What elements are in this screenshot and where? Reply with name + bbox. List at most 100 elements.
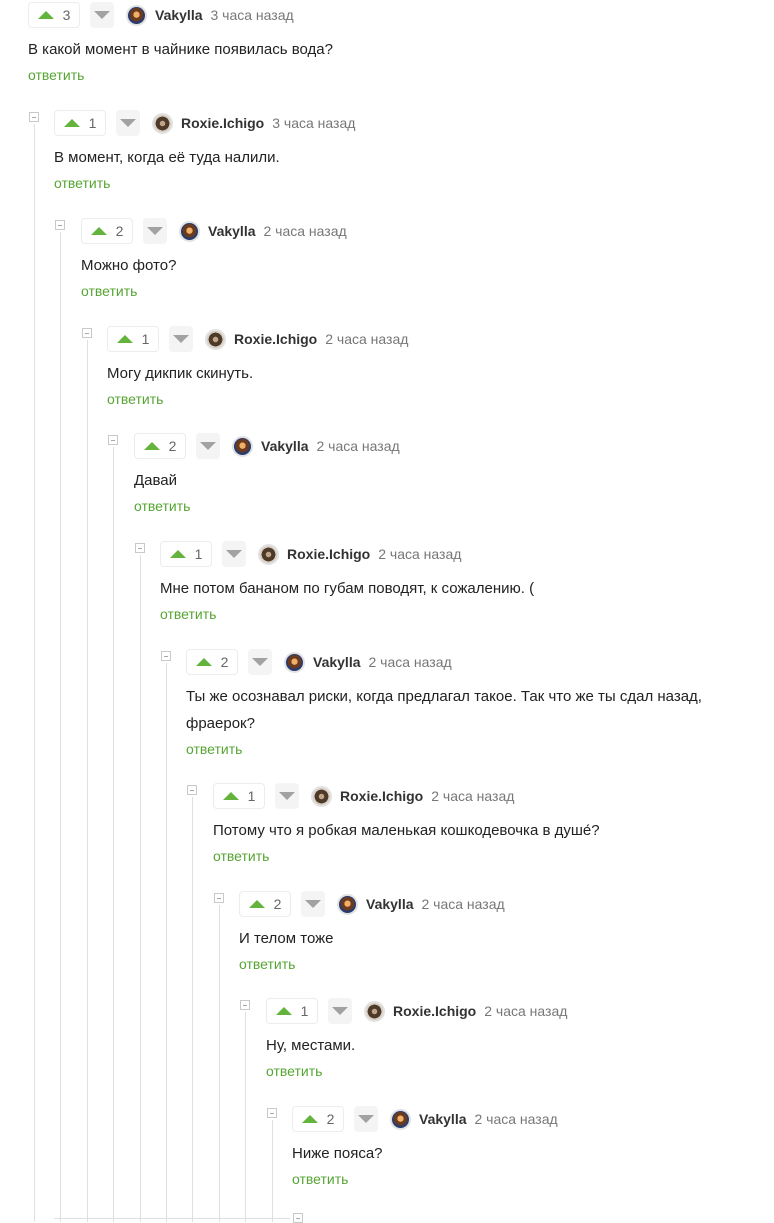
upvote-button[interactable]: 1 [160,541,212,567]
avatar[interactable] [232,435,253,457]
collapse-toggle-icon[interactable] [135,543,145,553]
collapse-toggle-icon[interactable] [82,328,92,338]
comment-time: 2 часа назад [368,654,452,670]
avatar[interactable] [179,220,200,242]
triangle-down-icon[interactable] [120,119,136,127]
upvote-button[interactable]: 3 [28,2,80,28]
thread-guide-line [245,1012,246,1222]
comment-author[interactable]: Roxie.Ichigo [234,331,317,347]
comment-author[interactable]: Vakylla [155,7,203,23]
downvote-button[interactable] [116,110,140,136]
avatar[interactable] [364,1000,385,1022]
reply-link[interactable]: ответить [107,391,163,407]
comment-author[interactable]: Vakylla [313,654,361,670]
upvote-button[interactable]: 2 [134,433,186,459]
downvote-button[interactable] [196,433,220,459]
reply-link[interactable]: ответить [239,956,295,972]
comment-author[interactable]: Vakylla [208,223,256,239]
triangle-up-icon[interactable] [37,11,54,19]
reply-link[interactable]: ответить [134,498,190,514]
comment-author[interactable]: Roxie.Ichigo [287,546,370,562]
vote-count: 3 [62,7,71,23]
comment-author[interactable]: Vakylla [419,1111,467,1127]
triangle-up-icon[interactable] [143,442,160,450]
comment-author[interactable]: Roxie.Ichigo [181,115,264,131]
comment-text: Ты же осознавал риски, когда предлагал т… [186,688,702,732]
avatar[interactable] [390,1108,411,1130]
upvote-button[interactable]: 1 [54,110,106,136]
triangle-down-icon[interactable] [173,335,189,343]
comment-author[interactable]: Vakylla [261,438,309,454]
triangle-up-icon[interactable] [275,1007,292,1015]
comment-header: 3 Vakylla 3 часа назад [28,2,294,28]
upvote-button[interactable]: 1 [107,326,159,352]
avatar[interactable] [152,112,173,134]
reply-link[interactable]: ответить [81,283,137,299]
triangle-up-icon[interactable] [248,900,265,908]
thread-guide-line [34,124,35,1222]
downvote-button[interactable] [328,998,352,1024]
avatar[interactable] [284,651,305,673]
collapse-toggle-icon[interactable] [55,220,65,230]
reply-link[interactable]: ответить [54,175,110,191]
comment-header: 1 Roxie.Ichigo 2 часа назад [266,998,567,1024]
comment-time: 2 часа назад [378,546,462,562]
comment-author[interactable]: Roxie.Ichigo [393,1003,476,1019]
collapse-toggle-icon[interactable] [29,112,39,122]
triangle-down-icon[interactable] [252,658,268,666]
triangle-down-icon[interactable] [94,11,110,19]
triangle-down-icon[interactable] [226,550,242,558]
triangle-up-icon[interactable] [90,227,107,235]
downvote-button[interactable] [248,649,272,675]
triangle-down-icon[interactable] [305,900,321,908]
reply-link[interactable]: ответить [266,1063,322,1079]
triangle-up-icon[interactable] [195,658,212,666]
triangle-up-icon[interactable] [63,119,80,127]
upvote-button[interactable]: 1 [213,783,265,809]
triangle-down-icon[interactable] [332,1007,348,1015]
comment-text: Ниже пояса? [292,1145,383,1162]
comment-time: 3 часа назад [210,7,294,23]
comment-thread: 3 Vakylla 3 часа назад В какой момент в чай… [0,0,774,1223]
comment-header: 1 Roxie.Ichigo 2 часа назад [213,783,514,809]
reply-link[interactable]: ответить [213,848,269,864]
upvote-button[interactable]: 2 [292,1106,344,1132]
downvote-button[interactable] [275,783,299,809]
collapse-toggle-icon[interactable] [187,785,197,795]
avatar[interactable] [258,543,279,565]
triangle-up-icon[interactable] [301,1115,318,1123]
downvote-button[interactable] [354,1106,378,1132]
collapse-toggle-icon[interactable] [267,1108,277,1118]
upvote-button[interactable]: 2 [186,649,238,675]
comment-author[interactable]: Roxie.Ichigo [340,788,423,804]
avatar[interactable] [205,328,226,350]
downvote-button[interactable] [90,2,114,28]
triangle-down-icon[interactable] [279,792,295,800]
collapse-toggle-icon[interactable] [214,893,224,903]
downvote-button[interactable] [143,218,167,244]
triangle-up-icon[interactable] [116,335,133,343]
upvote-button[interactable]: 1 [266,998,318,1024]
upvote-button[interactable]: 2 [239,891,291,917]
avatar[interactable] [337,893,358,915]
triangle-up-icon[interactable] [222,792,239,800]
reply-link[interactable]: ответить [160,606,216,622]
avatar[interactable] [126,4,147,26]
vote-count: 1 [247,788,256,804]
triangle-down-icon[interactable] [358,1115,374,1123]
reply-link[interactable]: ответить [292,1171,348,1187]
comment-author[interactable]: Vakylla [366,896,414,912]
downvote-button[interactable] [301,891,325,917]
triangle-up-icon[interactable] [169,550,186,558]
collapse-toggle-icon[interactable] [240,1000,250,1010]
triangle-down-icon[interactable] [147,227,163,235]
reply-link[interactable]: ответить [28,67,84,83]
upvote-button[interactable]: 2 [81,218,133,244]
collapse-toggle-icon[interactable] [108,435,118,445]
collapse-toggle-icon[interactable] [161,651,171,661]
triangle-down-icon[interactable] [200,442,216,450]
avatar[interactable] [311,785,332,807]
downvote-button[interactable] [222,541,246,567]
reply-link[interactable]: ответить [186,741,242,757]
downvote-button[interactable] [169,326,193,352]
